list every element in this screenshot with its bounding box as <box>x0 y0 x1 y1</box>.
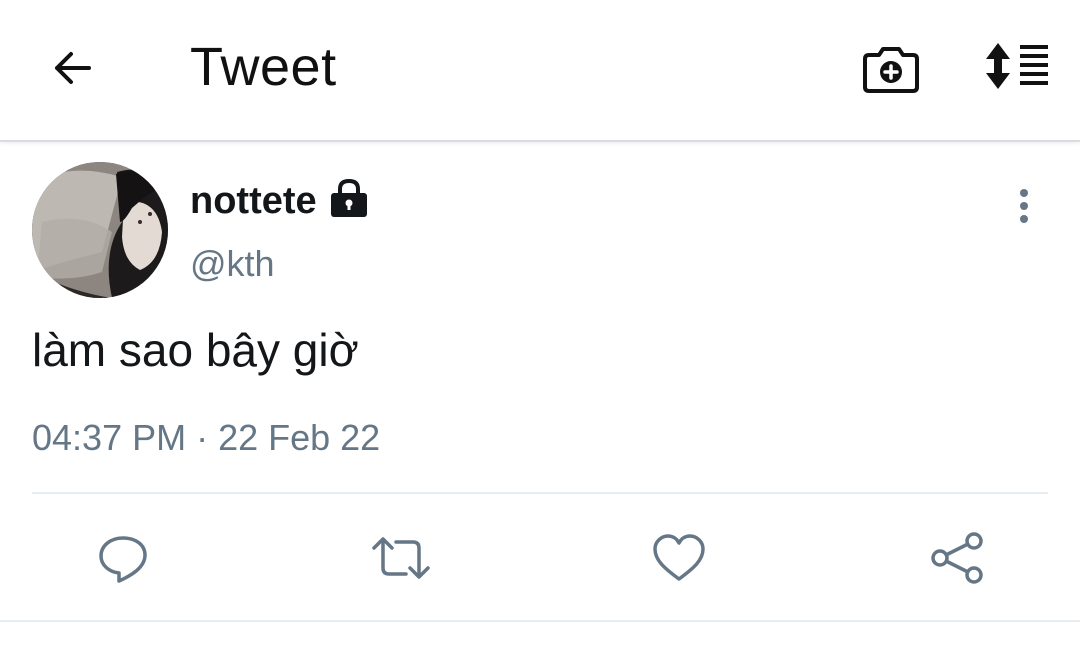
share-icon <box>931 532 983 584</box>
back-arrow-icon <box>55 52 91 84</box>
page-title: Tweet <box>190 37 337 97</box>
divider <box>32 492 1048 494</box>
author-display-name[interactable]: nottete <box>190 178 317 224</box>
sort-button[interactable] <box>982 38 1052 94</box>
top-app-bar: Tweet <box>0 0 1080 142</box>
sort-lines-icon <box>986 43 1048 89</box>
tweet-text: làm sao bây giờ <box>32 324 359 376</box>
author-handle[interactable]: @kth <box>190 242 275 286</box>
back-button[interactable] <box>46 42 98 94</box>
tweet-action-bar <box>0 520 1080 596</box>
like-button[interactable] <box>644 520 714 596</box>
avatar-photo <box>32 162 168 298</box>
tweet-timestamp: 04:37 PM · 22 Feb 22 <box>32 417 381 458</box>
camera-button[interactable] <box>860 38 922 96</box>
reply-button[interactable] <box>88 520 158 596</box>
more-options-button[interactable] <box>1002 184 1046 228</box>
camera-add-icon <box>863 47 919 93</box>
bottom-divider <box>0 620 1080 622</box>
retweet-button[interactable] <box>366 520 436 596</box>
heart-icon <box>653 534 705 581</box>
retweet-icon <box>372 537 430 579</box>
protected-account-lock-icon <box>328 178 370 220</box>
more-vertical-icon <box>1020 189 1028 223</box>
share-button[interactable] <box>922 520 992 596</box>
avatar[interactable] <box>32 162 168 298</box>
reply-bubble-icon <box>99 536 147 583</box>
